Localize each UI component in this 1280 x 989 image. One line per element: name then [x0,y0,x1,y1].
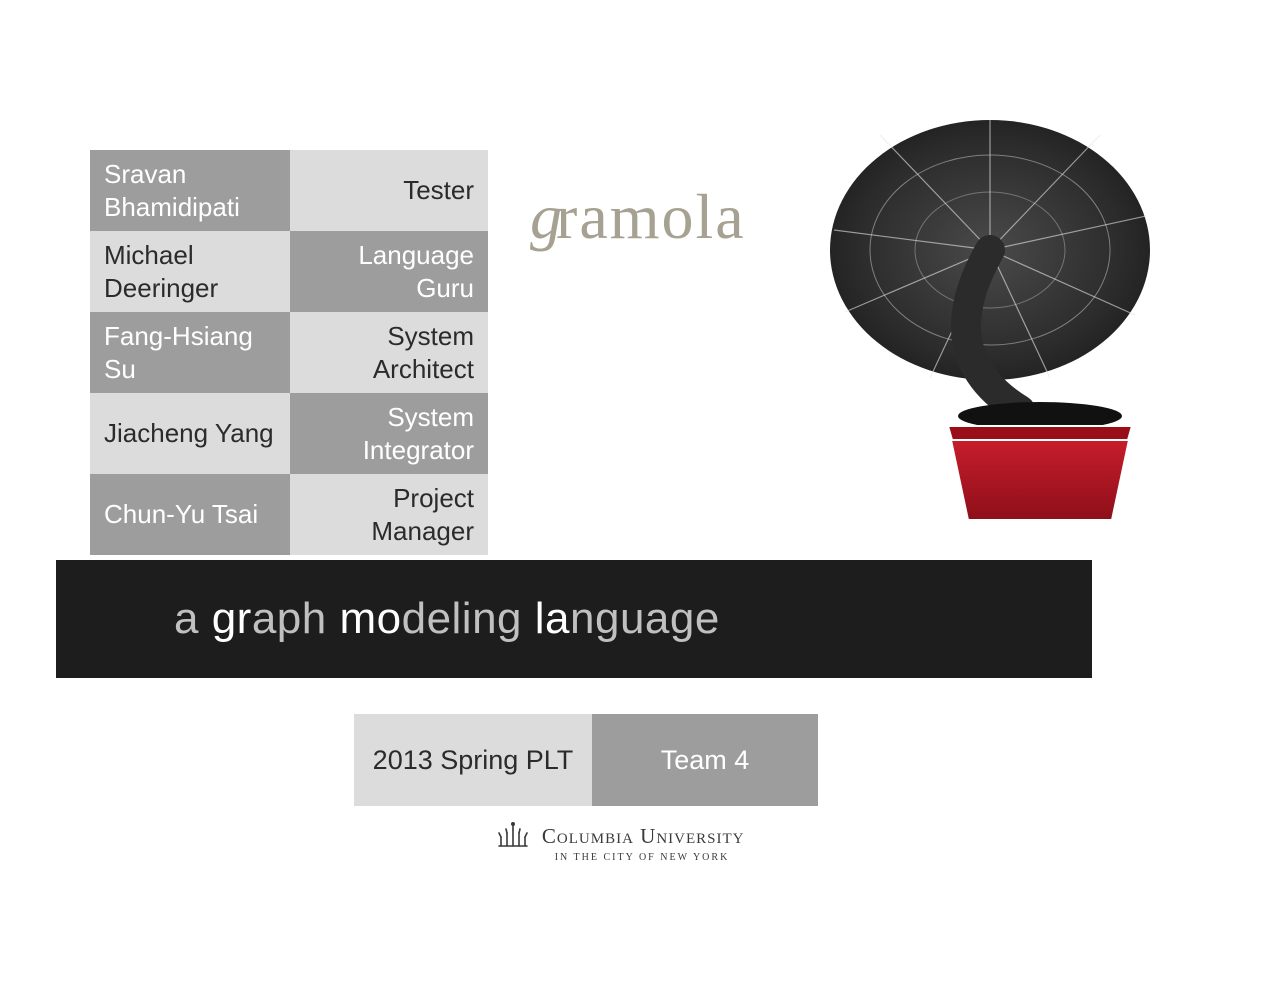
table-row: Fang-Hsiang Su System Architect [90,312,488,393]
member-name: Fang-Hsiang Su [90,312,290,393]
member-role: Project Manager [290,474,488,555]
university-mark: Columbia University in the city of New Y… [470,822,770,863]
course-label: 2013 Spring PLT [354,714,592,806]
member-role: System Integrator [290,393,488,474]
logo-text: ggramolaramola [530,180,746,254]
member-name: Jiacheng Yang [90,393,290,474]
logo: ggramolaramola [530,130,1170,550]
university-sub: in the city of New York [514,852,770,863]
crown-icon [495,822,531,850]
member-role: Tester [290,150,488,231]
course-bar: 2013 Spring PLT Team 4 [354,714,818,806]
member-name: Sravan Bhamidipati [90,150,290,231]
tagline-text: a graph modeling language [174,594,720,644]
team-label: Team 4 [592,714,818,806]
member-role: System Architect [290,312,488,393]
gramophone-icon [790,120,1160,550]
table-row: Sravan Bhamidipati Tester [90,150,488,231]
table-row: Chun-Yu Tsai Project Manager [90,474,488,555]
member-name: Michael Deeringer [90,231,290,312]
tagline-bar: a graph modeling language [56,560,1092,678]
university-name: Columbia University [542,824,745,849]
member-name: Chun-Yu Tsai [90,474,290,555]
member-role: Language Guru [290,231,488,312]
team-table: Sravan Bhamidipati Tester Michael Deerin… [90,150,488,555]
table-row: Jiacheng Yang System Integrator [90,393,488,474]
table-row: Michael Deeringer Language Guru [90,231,488,312]
